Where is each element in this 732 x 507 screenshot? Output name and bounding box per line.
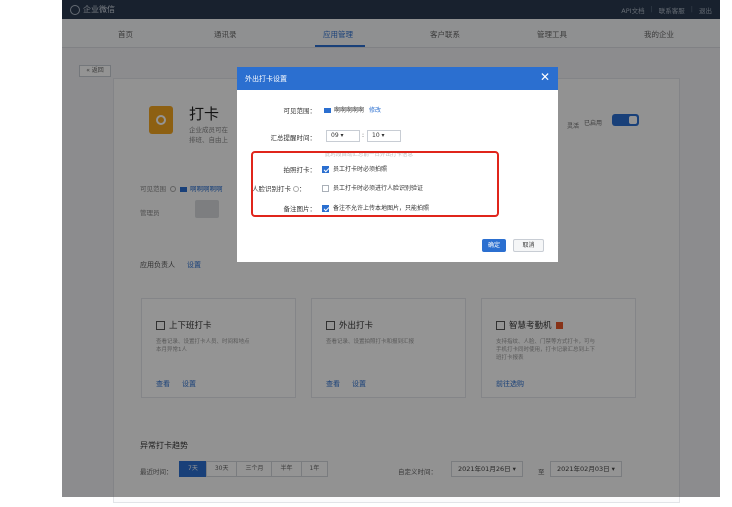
time-colon: : bbox=[362, 132, 365, 139]
folder-icon bbox=[324, 108, 331, 113]
close-icon[interactable]: ✕ bbox=[540, 70, 550, 84]
dialog-header: 外出打卡设置 ✕ bbox=[237, 67, 558, 90]
cancel-button[interactable]: 取消 bbox=[513, 239, 544, 252]
highlight-annotation bbox=[251, 151, 499, 217]
hour-select[interactable]: 09 ▾ bbox=[326, 130, 360, 142]
edit-scope-link[interactable]: 修改 bbox=[369, 107, 381, 114]
dialog-title: 外出打卡设置 bbox=[245, 75, 287, 83]
remind-time-label: 汇总提醒时间： bbox=[270, 134, 317, 142]
minute-select[interactable]: 10 ▾ bbox=[367, 130, 401, 142]
confirm-button[interactable]: 确定 bbox=[482, 239, 506, 252]
modal-scope-value: 啊啊啊啊啊 修改 bbox=[324, 105, 381, 114]
modal-scope-label: 可见范围： bbox=[283, 107, 317, 115]
